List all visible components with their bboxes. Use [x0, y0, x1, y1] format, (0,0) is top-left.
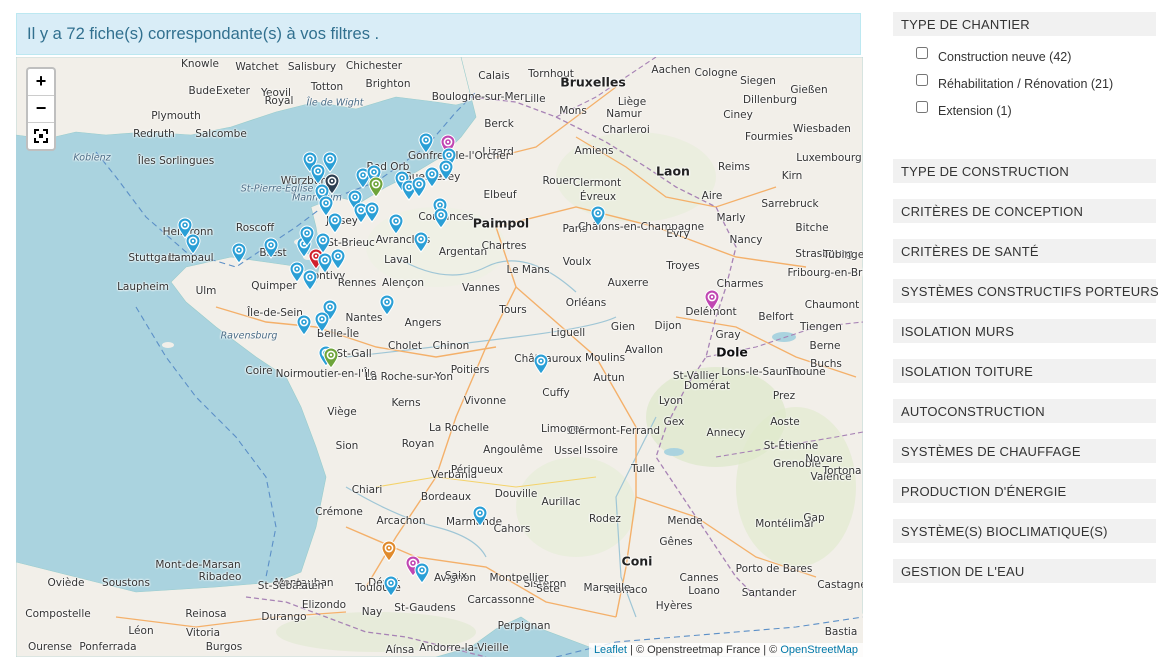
map-marker-blue[interactable]: [413, 231, 429, 258]
map-pin-icon: [388, 213, 404, 235]
map-marker-blue[interactable]: [318, 195, 334, 222]
map-marker-blue[interactable]: [330, 248, 346, 275]
map-marker-blue[interactable]: [433, 207, 449, 234]
fullscreen-icon: [34, 129, 48, 143]
fullscreen-button[interactable]: [28, 123, 54, 149]
map-markers-layer: [16, 57, 863, 657]
map-container[interactable]: Knowle Watchet Salisbury Chichester Calais To…: [16, 57, 863, 657]
map-marker-blue[interactable]: [533, 353, 549, 380]
checkbox-extension[interactable]: [916, 101, 928, 113]
map-pin-icon: [318, 195, 334, 217]
zoom-in-button[interactable]: +: [28, 69, 54, 96]
map-pin-icon: [263, 237, 279, 259]
map-pin-icon: [472, 505, 488, 527]
filter-header[interactable]: TYPE DE CONSTRUCTION: [893, 159, 1156, 183]
map-marker-blue[interactable]: [263, 237, 279, 264]
map-pin-icon: [323, 347, 339, 369]
map-marker-blue[interactable]: [231, 242, 247, 269]
option-label: Réhabilitation / Rénovation (21): [938, 77, 1114, 91]
filter-production-energie[interactable]: PRODUCTION D'ÉNERGIE: [893, 479, 1156, 503]
map-marker-purple[interactable]: [704, 289, 720, 316]
map-pin-icon: [381, 540, 397, 562]
filter-header-type-de-chantier[interactable]: TYPE DE CHANTIER: [893, 12, 1156, 36]
map-pin-icon: [414, 562, 430, 584]
map-marker-blue[interactable]: [438, 159, 454, 186]
filter-option[interactable]: Construction neuve (42): [916, 43, 1156, 70]
filter-criteres-de-conception[interactable]: CRITÈRES DE CONCEPTION: [893, 199, 1156, 223]
map-pin-icon: [533, 353, 549, 375]
map-marker-blue[interactable]: [314, 311, 330, 338]
filter-criteres-de-sante[interactable]: CRITÈRES DE SANTÉ: [893, 239, 1156, 263]
map-pin-icon: [296, 314, 312, 336]
map-marker-blue[interactable]: [383, 575, 399, 602]
filter-header[interactable]: CRITÈRES DE SANTÉ: [893, 239, 1156, 263]
filter-systemes-de-chauffage[interactable]: SYSTÈMES DE CHAUFFAGE: [893, 439, 1156, 463]
results-count-banner: Il y a 72 fiche(s) correspondante(s) à v…: [16, 13, 861, 55]
filter-option[interactable]: Réhabilitation / Rénovation (21): [916, 70, 1156, 97]
map-pin-icon: [413, 231, 429, 253]
map-pin-icon: [418, 132, 434, 154]
results-count-text: Il y a 72 fiche(s) correspondante(s) à v…: [27, 25, 380, 43]
map-marker-blue[interactable]: [296, 314, 312, 341]
openstreetmap-link[interactable]: OpenStreetMap: [780, 644, 858, 656]
map-marker-blue[interactable]: [379, 294, 395, 321]
filter-option[interactable]: Extension (1): [916, 97, 1156, 124]
map-pin-icon: [368, 176, 384, 198]
map-marker-blue[interactable]: [364, 201, 380, 228]
map-pin-icon: [704, 289, 720, 311]
filter-header[interactable]: GESTION DE L'EAU: [893, 559, 1156, 583]
map-pin-icon: [185, 233, 201, 255]
filter-header[interactable]: CRITÈRES DE CONCEPTION: [893, 199, 1156, 223]
zoom-out-button[interactable]: −: [28, 96, 54, 123]
map-marker-green[interactable]: [323, 347, 339, 374]
filter-header[interactable]: AUTOCONSTRUCTION: [893, 399, 1156, 423]
filter-options: Construction neuve (42) Réhabilitation /…: [893, 36, 1156, 134]
map-marker-blue[interactable]: [388, 213, 404, 240]
option-label: Extension (1): [938, 104, 1012, 118]
filter-header[interactable]: ISOLATION MURS: [893, 319, 1156, 343]
map-pin-icon: [379, 294, 395, 316]
map-marker-blue[interactable]: [185, 233, 201, 260]
filter-gestion-eau[interactable]: GESTION DE L'EAU: [893, 559, 1156, 583]
map-pin-icon: [433, 207, 449, 229]
map-pin-icon: [364, 201, 380, 223]
filter-header[interactable]: SYSTÈME(S) BIOCLIMATIQUE(S): [893, 519, 1156, 543]
filter-isolation-toiture[interactable]: ISOLATION TOITURE: [893, 359, 1156, 383]
filter-header[interactable]: SYSTÈMES DE CHAUFFAGE: [893, 439, 1156, 463]
checkbox-construction-neuve[interactable]: [916, 47, 928, 59]
filter-header[interactable]: SYSTÈMES CONSTRUCTIFS PORTEURS: [893, 279, 1159, 303]
map-pin-icon: [330, 248, 346, 270]
map-pin-icon: [231, 242, 247, 264]
filter-autoconstruction[interactable]: AUTOCONSTRUCTION: [893, 399, 1156, 423]
option-label: Construction neuve (42): [938, 50, 1072, 64]
map-attribution: Leaflet | © Openstreetmap France | © Ope…: [588, 643, 863, 657]
map-marker-blue[interactable]: [472, 505, 488, 532]
leaflet-link[interactable]: Leaflet: [594, 644, 627, 656]
map-marker-blue[interactable]: [418, 132, 434, 159]
filter-header[interactable]: PRODUCTION D'ÉNERGIE: [893, 479, 1156, 503]
zoom-control: + −: [26, 67, 56, 151]
map-pin-icon: [314, 311, 330, 333]
map-marker-blue[interactable]: [590, 205, 606, 232]
map-marker-blue[interactable]: [414, 562, 430, 589]
map-marker-orange[interactable]: [381, 540, 397, 567]
map-pin-icon: [322, 151, 338, 173]
filter-header[interactable]: ISOLATION TOITURE: [893, 359, 1156, 383]
attribution-text: | © Openstreetmap France | ©: [626, 644, 781, 656]
checkbox-rehabilitation[interactable]: [916, 74, 928, 86]
filter-systemes-constructifs[interactable]: SYSTÈMES CONSTRUCTIFS PORTEURS: [893, 279, 1159, 303]
filter-systemes-bioclimatiques[interactable]: SYSTÈME(S) BIOCLIMATIQUE(S): [893, 519, 1156, 543]
map-pin-icon: [383, 575, 399, 597]
filter-type-de-chantier: TYPE DE CHANTIER Construction neuve (42)…: [893, 12, 1156, 134]
map-marker-green[interactable]: [368, 176, 384, 203]
filter-type-de-construction[interactable]: TYPE DE CONSTRUCTION: [893, 159, 1156, 183]
map-pin-icon: [590, 205, 606, 227]
filter-isolation-murs[interactable]: ISOLATION MURS: [893, 319, 1156, 343]
map-pin-icon: [438, 159, 454, 181]
map-pin-icon: [299, 225, 315, 247]
